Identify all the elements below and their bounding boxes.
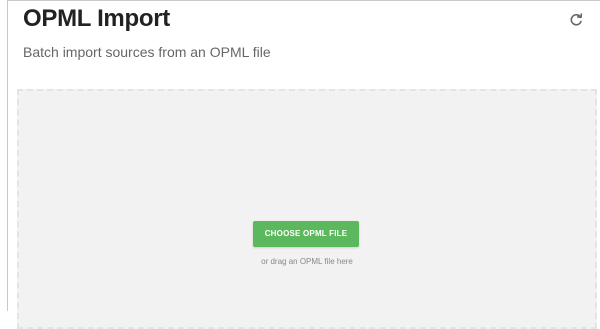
page-subtitle: Batch import sources from an OPML file xyxy=(23,44,271,60)
refresh-button[interactable] xyxy=(568,12,584,28)
choose-opml-file-button[interactable]: CHOOSE OPML FILE xyxy=(253,221,359,247)
refresh-icon xyxy=(570,13,583,26)
page-title: OPML Import xyxy=(23,5,170,32)
opml-import-panel: OPML Import Batch import sources from an… xyxy=(7,0,600,329)
drag-hint-text: or drag an OPML file here xyxy=(261,257,353,266)
file-dropzone[interactable]: CHOOSE OPML FILE or drag an OPML file he… xyxy=(17,89,597,329)
